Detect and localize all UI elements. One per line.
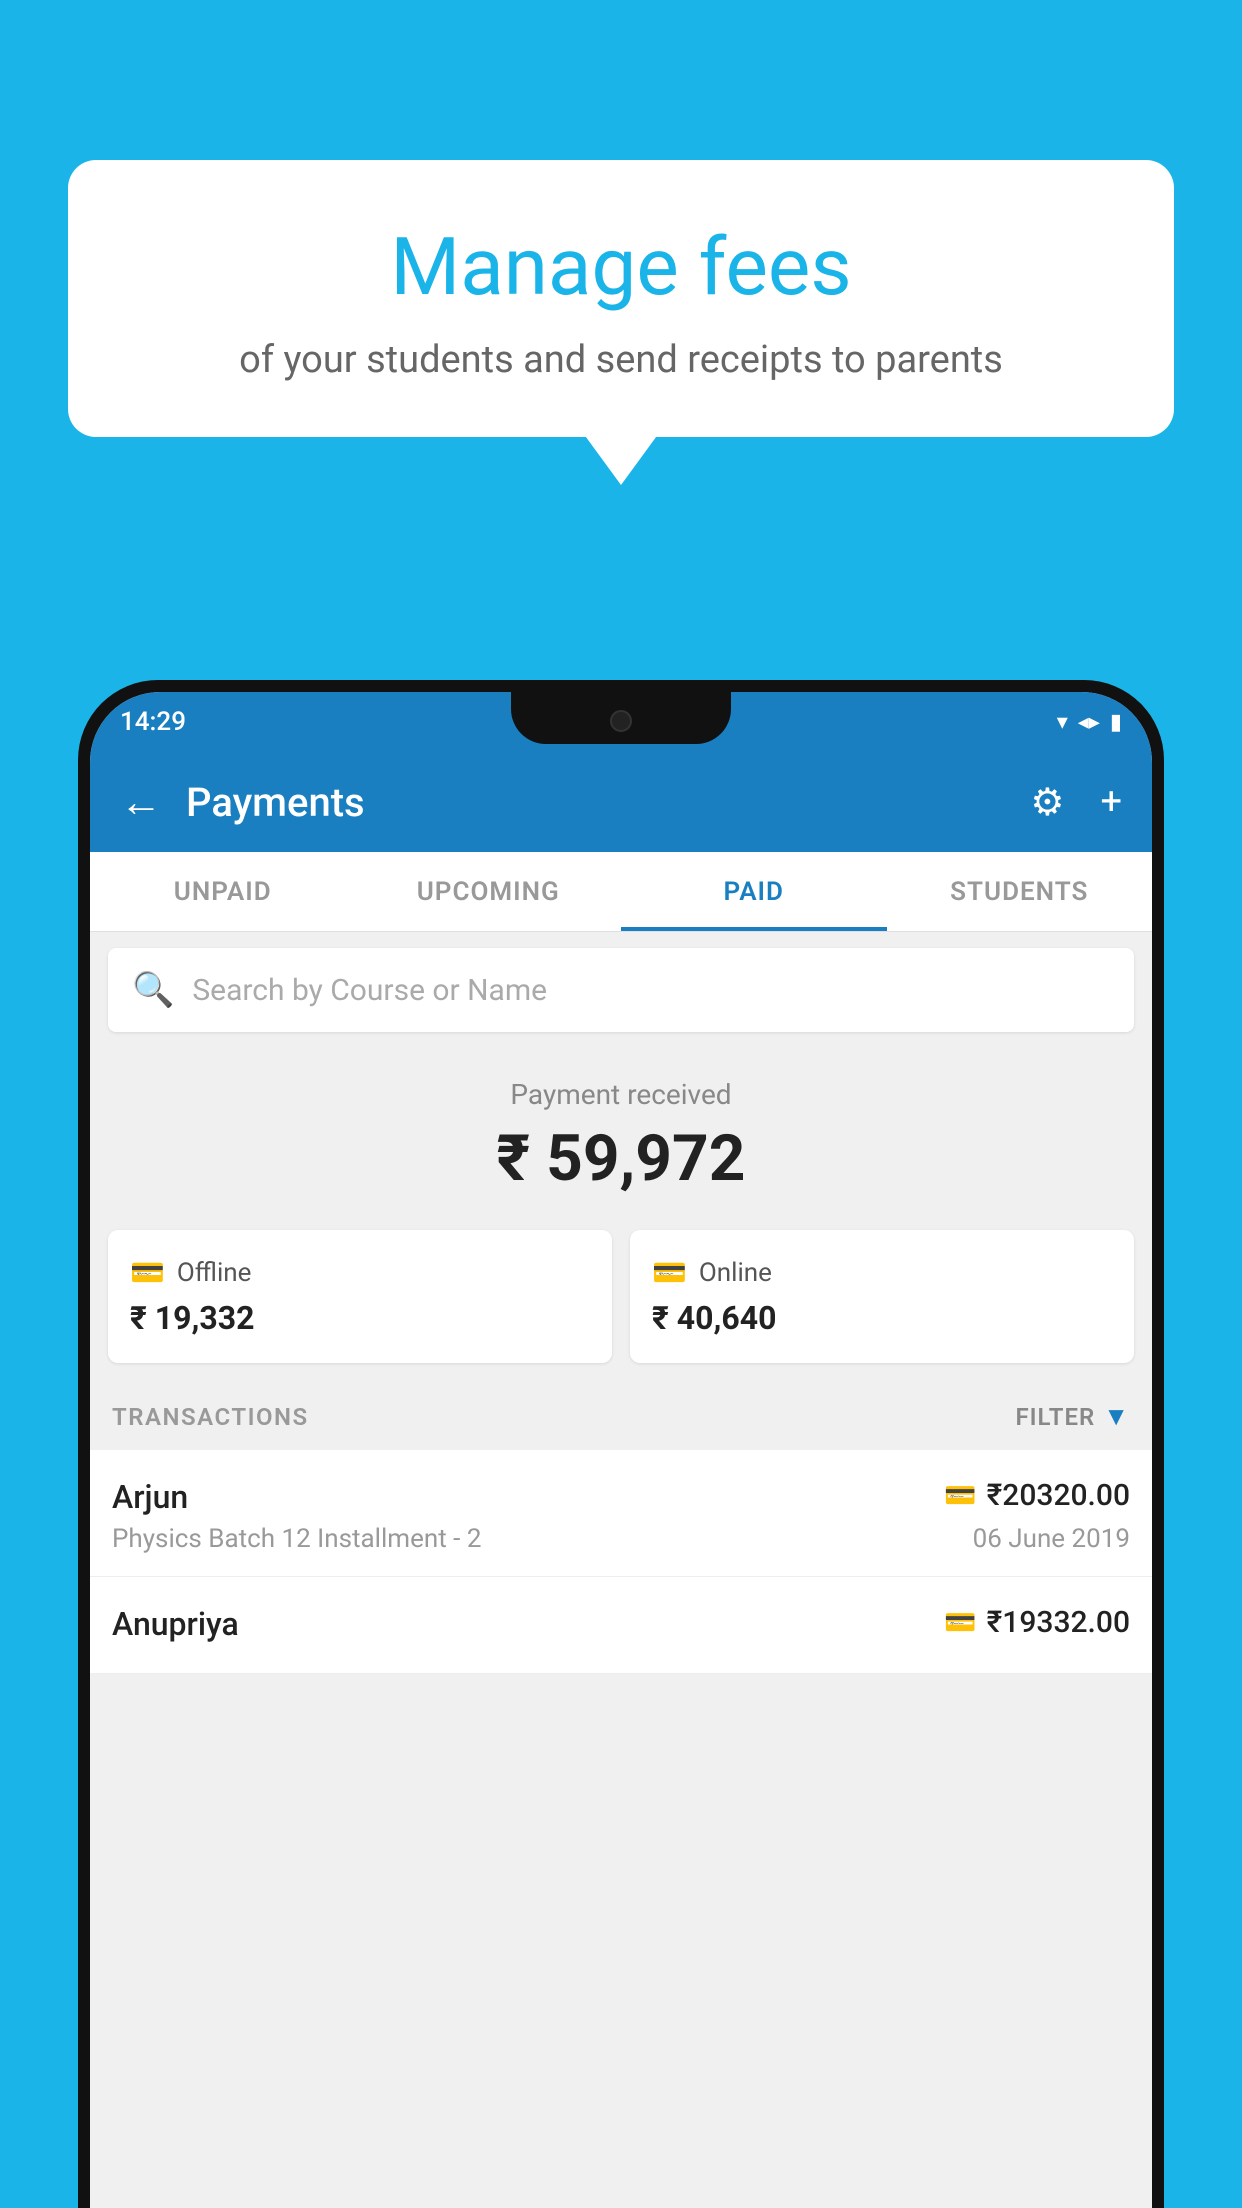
transaction-amount-wrap: 💳 ₹20320.00	[944, 1478, 1130, 1513]
phone-frame: 14:29 ▾ ◂▸ ▮ ← Payments ⚙ + UNPAID UPCOM…	[78, 680, 1164, 2208]
back-button[interactable]: ←	[120, 778, 162, 827]
transactions-label: TRANSACTIONS	[112, 1403, 309, 1431]
payment-label: Payment received	[90, 1078, 1152, 1111]
offline-card-header: 💳 Offline	[130, 1256, 590, 1289]
search-icon: 🔍	[132, 970, 174, 1010]
transaction-name: Arjun	[112, 1478, 188, 1516]
settings-icon[interactable]: ⚙	[1030, 780, 1064, 825]
filter-label: FILTER	[1015, 1403, 1095, 1431]
tabs: UNPAID UPCOMING PAID STUDENTS	[90, 852, 1152, 932]
status-time: 14:29	[120, 707, 186, 737]
search-input[interactable]: Search by Course or Name	[192, 973, 547, 1008]
transaction-date: 06 June 2019	[973, 1524, 1130, 1554]
tab-students[interactable]: STUDENTS	[887, 852, 1153, 931]
app-bar-actions: ⚙ +	[1030, 780, 1122, 825]
phone-notch	[511, 692, 731, 744]
table-row[interactable]: Anupriya 💳 ₹19332.00	[90, 1577, 1152, 1674]
transaction-course: Physics Batch 12 Installment - 2	[112, 1524, 481, 1554]
screen-content: 🔍 Search by Course or Name Payment recei…	[90, 932, 1152, 2208]
speech-bubble-title: Manage fees	[118, 220, 1124, 314]
transaction-top: Arjun 💳 ₹20320.00	[112, 1478, 1130, 1516]
transaction-amount: ₹20320.00	[987, 1478, 1130, 1513]
battery-icon: ▮	[1110, 710, 1122, 735]
payment-type-icon: 💳	[944, 1481, 976, 1511]
tab-unpaid[interactable]: UNPAID	[90, 852, 356, 931]
online-card: 💳 Online ₹ 40,640	[630, 1230, 1134, 1363]
add-icon[interactable]: +	[1100, 780, 1122, 824]
wifi-icon: ▾	[1057, 710, 1068, 735]
tab-paid[interactable]: PAID	[621, 852, 887, 931]
phone-screen: 14:29 ▾ ◂▸ ▮ ← Payments ⚙ + UNPAID UPCOM…	[90, 692, 1152, 2208]
transactions-header: TRANSACTIONS FILTER ▼	[90, 1383, 1152, 1450]
online-card-header: 💳 Online	[652, 1256, 1112, 1289]
transaction-top: Anupriya 💳 ₹19332.00	[112, 1605, 1130, 1643]
offline-label: Offline	[177, 1258, 252, 1288]
transaction-name: Anupriya	[112, 1605, 239, 1643]
filter-button[interactable]: FILTER ▼	[1015, 1401, 1130, 1432]
status-icons: ▾ ◂▸ ▮	[1057, 710, 1122, 735]
speech-bubble: Manage fees of your students and send re…	[68, 160, 1174, 437]
payment-type-icon: 💳	[944, 1608, 976, 1638]
speech-bubble-subtitle: of your students and send receipts to pa…	[118, 334, 1124, 387]
table-row[interactable]: Arjun 💳 ₹20320.00 Physics Batch 12 Insta…	[90, 1450, 1152, 1577]
signal-icon: ◂▸	[1078, 710, 1100, 735]
app-bar-title: Payments	[186, 779, 1030, 826]
offline-icon: 💳	[130, 1256, 165, 1289]
transaction-amount-wrap: 💳 ₹19332.00	[944, 1605, 1130, 1640]
offline-amount: ₹ 19,332	[130, 1299, 590, 1337]
search-bar[interactable]: 🔍 Search by Course or Name	[108, 948, 1134, 1032]
transaction-amount: ₹19332.00	[987, 1605, 1130, 1640]
transaction-bottom: Physics Batch 12 Installment - 2 06 June…	[112, 1524, 1130, 1554]
app-bar: ← Payments ⚙ +	[90, 752, 1152, 852]
online-label: Online	[699, 1258, 772, 1288]
payment-summary: Payment received ₹ 59,972	[90, 1048, 1152, 1216]
payment-cards: 💳 Offline ₹ 19,332 💳 Online ₹ 40,640	[90, 1216, 1152, 1383]
online-icon: 💳	[652, 1256, 687, 1289]
camera	[610, 710, 632, 732]
online-amount: ₹ 40,640	[652, 1299, 1112, 1337]
tab-upcoming[interactable]: UPCOMING	[356, 852, 622, 931]
filter-icon: ▼	[1103, 1401, 1130, 1432]
payment-amount: ₹ 59,972	[90, 1121, 1152, 1196]
offline-card: 💳 Offline ₹ 19,332	[108, 1230, 612, 1363]
